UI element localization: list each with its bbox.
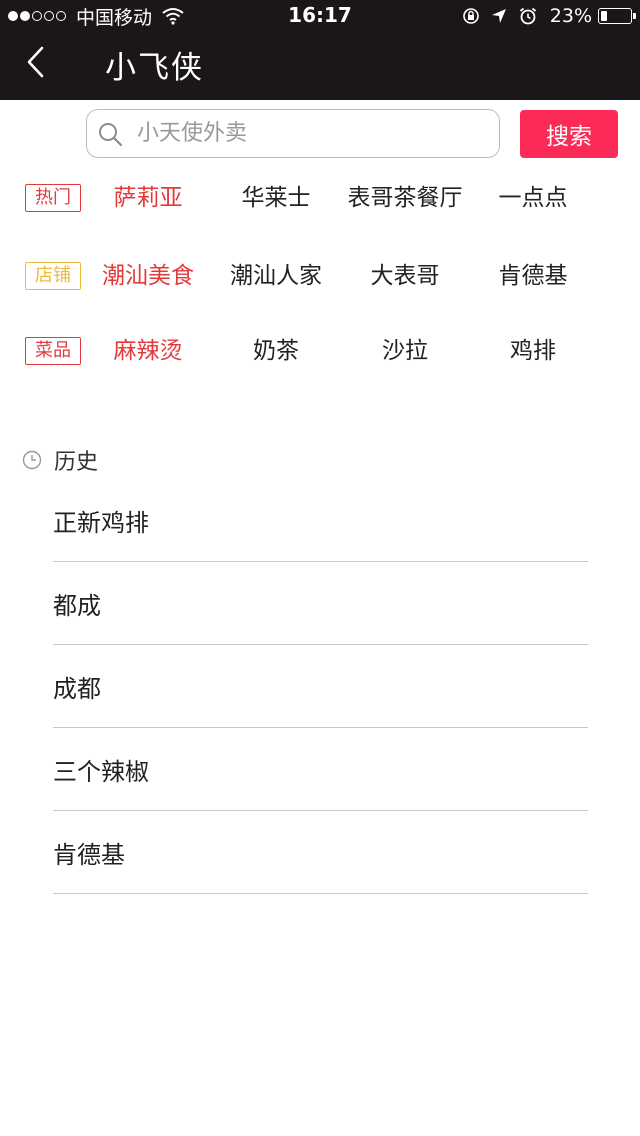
keyword-item[interactable]: 萨莉亚 (84, 180, 212, 216)
category-row-shops: 店铺 潮汕美食 潮汕人家 大表哥 肯德基 (0, 258, 640, 298)
category-tag-shops: 店铺 (25, 262, 81, 290)
history-item[interactable]: 三个辣椒 (53, 728, 588, 811)
keyword-item[interactable]: 表哥茶餐厅 (341, 180, 469, 216)
chevron-left-icon (27, 46, 44, 78)
battery-icon (598, 8, 636, 24)
history-item[interactable]: 都成 (53, 562, 588, 645)
header: 中国移动 16:17 23% 小飞侠 (0, 0, 640, 100)
keyword-item[interactable]: 麻辣烫 (84, 333, 212, 369)
category-row-hot: 热门 萨莉亚 华莱士 表哥茶餐厅 一点点 (0, 180, 640, 220)
search-icon (99, 122, 123, 146)
status-right: 23% (452, 4, 636, 28)
search-input[interactable] (137, 113, 477, 154)
history-label: 历史 (54, 450, 99, 475)
history-header: 历史 (22, 444, 98, 476)
category-tag-dishes: 菜品 (25, 337, 81, 365)
alarm-icon (519, 7, 536, 25)
keyword-item[interactable]: 大表哥 (341, 258, 469, 294)
back-button[interactable] (18, 40, 54, 84)
page-title: 小飞侠 (105, 50, 204, 86)
status-bar: 中国移动 16:17 23% (0, 0, 640, 32)
keyword-item[interactable]: 潮汕美食 (84, 258, 212, 294)
keyword-item[interactable]: 一点点 (469, 180, 597, 216)
location-icon (491, 9, 506, 23)
keyword-item[interactable]: 肯德基 (469, 258, 597, 294)
keyword-item[interactable]: 鸡排 (469, 333, 597, 369)
search-button[interactable]: 搜索 (520, 110, 618, 158)
category-tag-hot: 热门 (25, 184, 81, 212)
clock-icon (22, 450, 42, 470)
keyword-item[interactable]: 潮汕人家 (212, 258, 340, 294)
history-item[interactable]: 成都 (53, 645, 588, 728)
history-item[interactable]: 正新鸡排 (53, 479, 588, 562)
history-list: 正新鸡排 都成 成都 三个辣椒 肯德基 (53, 479, 588, 894)
history-item[interactable]: 肯德基 (53, 811, 588, 894)
keyword-item[interactable]: 奶茶 (212, 333, 340, 369)
keyword-item[interactable]: 沙拉 (341, 333, 469, 369)
orientation-lock-icon (462, 8, 479, 24)
keyword-item[interactable]: 华莱士 (212, 180, 340, 216)
battery-level-fill (601, 11, 608, 21)
search-box[interactable] (86, 109, 500, 158)
category-row-dishes: 菜品 麻辣烫 奶茶 沙拉 鸡排 (0, 333, 640, 373)
battery-percent: 23% (549, 5, 592, 27)
